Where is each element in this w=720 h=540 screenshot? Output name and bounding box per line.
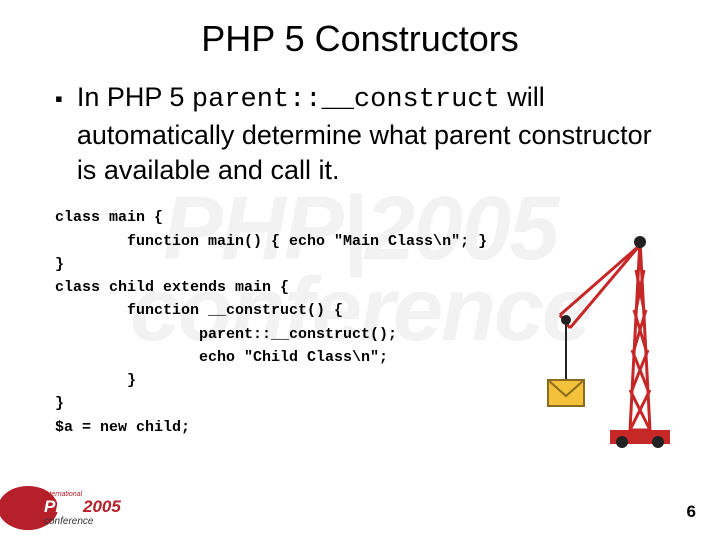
crane-clipart-icon [540,220,680,450]
bullet-prefix: In PHP 5 [77,82,192,112]
logo-line4: conference [44,516,94,527]
conference-logo: international PHP 2005 conference [0,486,170,530]
logo-line3: 2005 [82,497,121,516]
code-line: parent::__construct(); [55,326,397,343]
code-line: $a = new child; [55,419,190,436]
bullet-square-icon: ▪ [55,84,63,115]
code-line: class child extends main { [55,279,289,296]
code-line: function main() { echo "Main Class\n"; } [55,233,487,250]
logo-line2: PHP [44,497,80,516]
bullet-code: parent::__construct [192,85,500,115]
code-line: } [55,395,64,412]
code-line: class main { [55,209,163,226]
code-line: function __construct() { [55,302,343,319]
code-line: } [55,256,64,273]
code-line: echo "Child Class\n"; [55,349,388,366]
slide-title: PHP 5 Constructors [0,0,720,80]
page-number: 6 [687,502,696,522]
code-line: } [55,372,136,389]
bullet-text: In PHP 5 parent::__construct will automa… [77,80,670,188]
bullet-item: ▪ In PHP 5 parent::__construct will auto… [55,80,670,188]
bullet-block: ▪ In PHP 5 parent::__construct will auto… [0,80,720,188]
